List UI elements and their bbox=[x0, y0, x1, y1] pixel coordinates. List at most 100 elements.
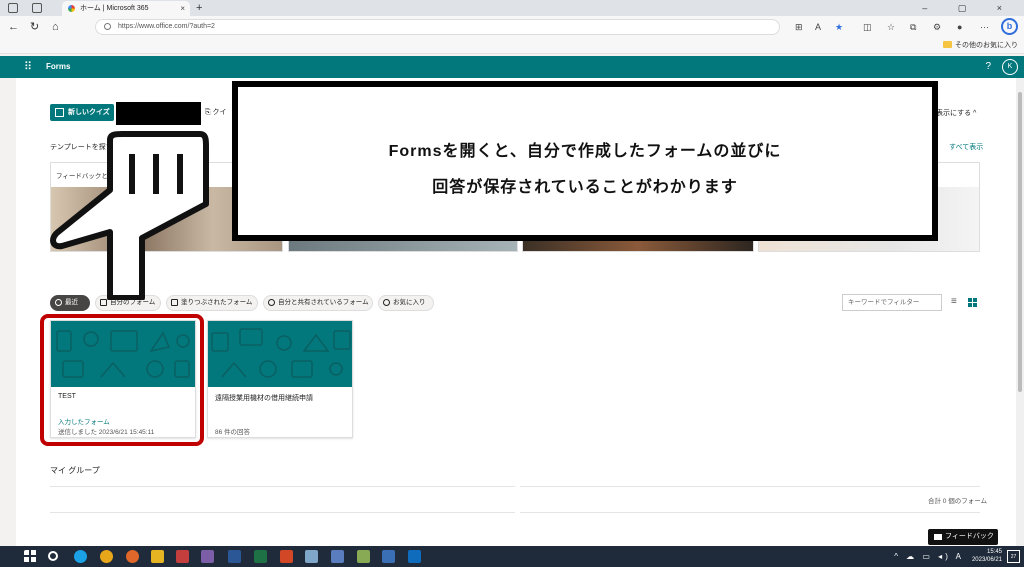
divider bbox=[50, 512, 515, 513]
microsoft365-icon bbox=[68, 5, 75, 12]
tab-actions-icon[interactable] bbox=[32, 3, 42, 13]
file-explorer-icon[interactable] bbox=[151, 550, 164, 563]
notification-icon[interactable]: 27 bbox=[1007, 550, 1020, 563]
powerpoint-icon[interactable] bbox=[280, 550, 293, 563]
form-card-banner bbox=[208, 321, 352, 387]
search-icon[interactable] bbox=[48, 551, 58, 561]
taskbar-clock[interactable]: 15:45 2023/06/21 bbox=[972, 548, 1002, 564]
app-available-icon[interactable]: ⊞ bbox=[795, 21, 803, 33]
access-icon[interactable] bbox=[176, 550, 189, 563]
pointing-hand-icon bbox=[50, 131, 209, 300]
group-form-total: 合計 0 個のフォーム bbox=[928, 498, 988, 505]
divider bbox=[50, 486, 515, 487]
help-icon[interactable]: ? bbox=[985, 61, 991, 72]
app-launcher-icon[interactable]: ⠿ bbox=[24, 60, 32, 74]
windows-taskbar: ^ ☁ ▭ ◂) A 15:45 2023/06/21 27 bbox=[0, 546, 1024, 567]
hide-templates-button[interactable]: 表示にする ^ bbox=[936, 108, 976, 118]
list-view-icon[interactable]: ≡ bbox=[951, 296, 957, 308]
favorite-star-icon[interactable]: ★ bbox=[835, 21, 843, 33]
annotation-callout: Formsを開くと、自分で作成したフォームの並びに 回答が保存されていることがわ… bbox=[232, 81, 938, 241]
forms-header: ⠿ Forms ? K bbox=[0, 56, 1024, 78]
favorites-icon[interactable]: ☆ bbox=[887, 21, 895, 33]
scrollbar-thumb[interactable] bbox=[1018, 92, 1022, 392]
page-scrollbar[interactable] bbox=[1016, 78, 1024, 546]
folder-icon bbox=[943, 41, 952, 48]
highlight-frame bbox=[40, 314, 204, 446]
settings-menu-icon[interactable]: ··· bbox=[980, 21, 989, 33]
collections-icon[interactable]: ⧉ bbox=[910, 21, 916, 33]
browser-tab-bar: ホーム | Microsoft 365 × + – ▢ × bbox=[0, 0, 1024, 16]
url-text: https://www.office.com/?auth=2 bbox=[118, 23, 215, 30]
clock-date: 2023/06/21 bbox=[971, 557, 1002, 563]
callout-line-2: 回答が保存されていることがわかります bbox=[432, 179, 738, 196]
start-icon[interactable] bbox=[24, 550, 37, 563]
user-avatar[interactable]: K bbox=[1002, 59, 1018, 75]
refresh-icon[interactable]: ↻ bbox=[30, 20, 39, 34]
window-controls[interactable]: – ▢ × bbox=[922, 0, 1016, 16]
filter-chip-favorites[interactable]: お気に入り bbox=[378, 295, 434, 311]
clock-icon bbox=[55, 299, 62, 306]
callout-line-1: Formsを開くと、自分で作成したフォームの並びに bbox=[388, 143, 782, 160]
filter-chip-label: 最近 bbox=[65, 299, 78, 306]
divider bbox=[520, 486, 980, 487]
excel-icon[interactable] bbox=[254, 550, 267, 563]
read-aloud-icon[interactable]: A bbox=[815, 21, 821, 33]
other-favorites-folder[interactable]: その他のお気に入り bbox=[943, 40, 1018, 50]
new-quiz-button[interactable]: 新しいクイズ bbox=[50, 104, 114, 121]
close-tab-icon[interactable]: × bbox=[180, 1, 185, 16]
form-card-meta: 86 件の回答 bbox=[215, 429, 251, 436]
home-icon[interactable]: ⌂ bbox=[52, 20, 59, 34]
firefox-icon[interactable] bbox=[126, 550, 139, 563]
app-icon[interactable] bbox=[382, 550, 395, 563]
filter-chip-label: 塗りつぶされたフォーム bbox=[181, 299, 253, 306]
extensions-icon[interactable]: ⚙ bbox=[933, 21, 941, 33]
chrome-icon[interactable] bbox=[100, 550, 113, 563]
bing-icon[interactable]: b bbox=[1001, 18, 1018, 35]
document-icon bbox=[100, 299, 107, 306]
star-icon bbox=[383, 299, 390, 306]
banner-pattern-icon bbox=[211, 328, 351, 378]
outlook-icon[interactable] bbox=[408, 550, 421, 563]
app-icon[interactable] bbox=[305, 550, 318, 563]
keyword-filter-input[interactable]: キーワードでフィルター bbox=[842, 294, 942, 311]
quiz-icon bbox=[55, 108, 64, 117]
word-icon[interactable] bbox=[228, 550, 241, 563]
profile-avatar-icon[interactable]: ● bbox=[957, 21, 962, 33]
edge-icon[interactable] bbox=[74, 550, 87, 563]
ime-indicator[interactable]: A bbox=[956, 552, 964, 561]
favorites-bar: その他のお気に入り bbox=[0, 38, 1024, 54]
workspaces-icon[interactable] bbox=[8, 3, 18, 13]
info-icon[interactable] bbox=[104, 23, 111, 30]
quick-import-label: クイ bbox=[212, 109, 227, 116]
form-card[interactable]: 遠隔授業用機材の借用継続申請 86 件の回答 bbox=[207, 320, 353, 438]
people-icon bbox=[268, 299, 275, 306]
filter-chip-label: 自分と共有されているフォーム bbox=[278, 299, 369, 306]
filter-chip-label: お気に入り bbox=[393, 299, 426, 306]
chat-icon bbox=[934, 534, 942, 540]
quick-import-button[interactable]: ⎘ クイ bbox=[205, 107, 227, 117]
app-icon[interactable] bbox=[331, 550, 344, 563]
my-groups-heading: マイ グループ bbox=[50, 466, 100, 475]
clock-time: 15:45 bbox=[986, 549, 1002, 555]
see-all-templates-link[interactable]: すべて表示 bbox=[949, 142, 983, 152]
teams-icon[interactable] bbox=[201, 550, 214, 563]
app-name[interactable]: Forms bbox=[46, 62, 70, 71]
feedback-label: フィードバック bbox=[945, 533, 994, 540]
new-quiz-label: 新しいクイズ bbox=[68, 109, 110, 116]
filter-chip-shared-with-me[interactable]: 自分と共有されているフォーム bbox=[263, 295, 373, 311]
feedback-button[interactable]: フィードバック bbox=[928, 529, 998, 545]
system-tray[interactable]: ^ ☁ ▭ ◂) A bbox=[894, 549, 964, 564]
import-icon: ⎘ bbox=[205, 109, 213, 116]
filter-chip-label: 自分のフォーム bbox=[110, 299, 156, 306]
back-icon[interactable]: ← bbox=[8, 20, 19, 34]
grid-view-icon[interactable] bbox=[968, 298, 977, 307]
app-icon[interactable] bbox=[357, 550, 370, 563]
url-input[interactable]: https://www.office.com/?auth=2 bbox=[95, 19, 780, 35]
divider bbox=[520, 512, 980, 513]
split-screen-icon[interactable]: ◫ bbox=[863, 21, 872, 33]
browser-tab-home[interactable]: ホーム | Microsoft 365 × bbox=[62, 1, 190, 16]
address-bar-row: ← ↻ ⌂ https://www.office.com/?auth=2 ⊞ A… bbox=[0, 16, 1024, 38]
other-favorites-label: その他のお気に入り bbox=[955, 42, 1018, 49]
new-tab-button[interactable]: + bbox=[196, 0, 202, 16]
bookmark-icon bbox=[171, 299, 178, 306]
